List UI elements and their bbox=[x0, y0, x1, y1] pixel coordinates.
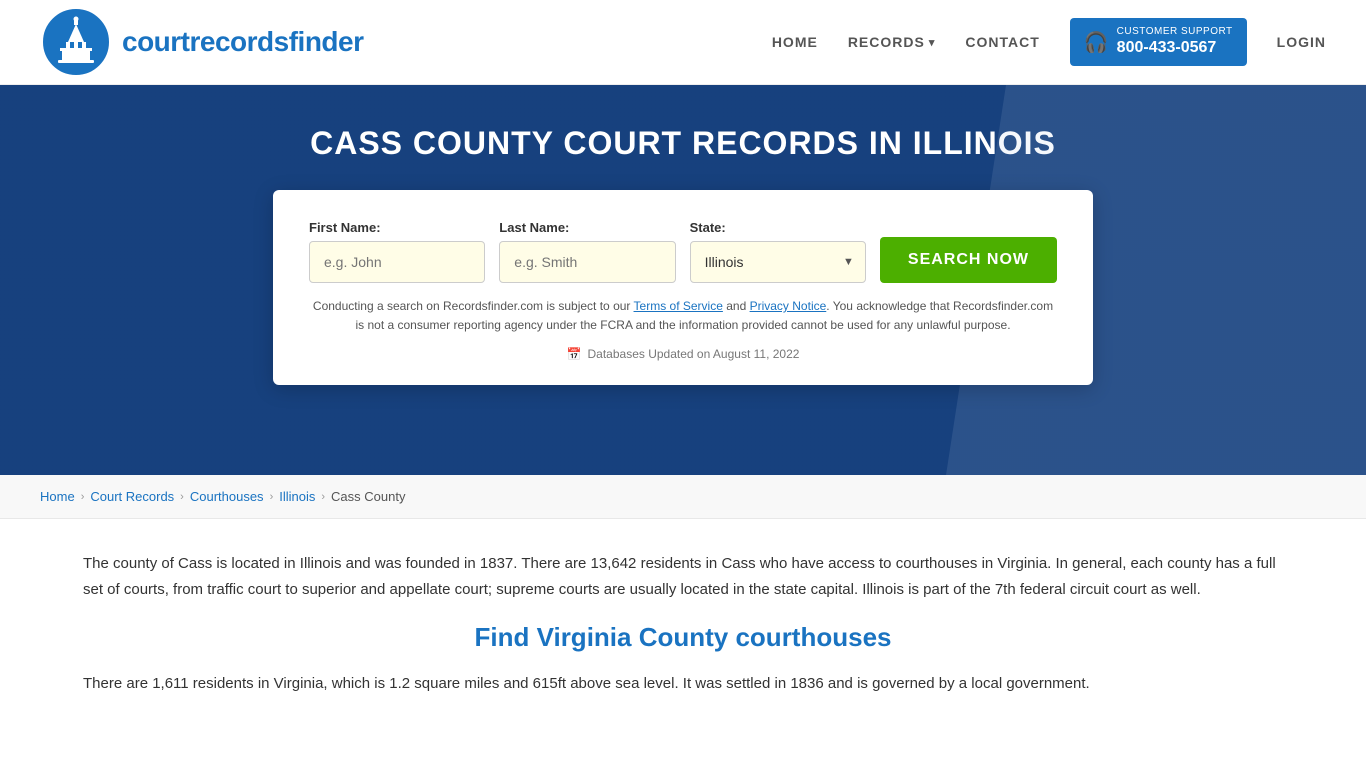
breadcrumb-current: Cass County bbox=[331, 489, 405, 504]
breadcrumb-sep-4: › bbox=[321, 491, 325, 503]
state-wrapper: AlabamaAlaskaArizonaArkansasCaliforniaCo… bbox=[690, 241, 866, 283]
search-card: First Name: Last Name: State: AlabamaAla… bbox=[273, 190, 1093, 385]
search-fields: First Name: Last Name: State: AlabamaAla… bbox=[309, 220, 1057, 283]
breadcrumb-home[interactable]: Home bbox=[40, 489, 75, 504]
logo-link[interactable]: courtrecordsfinder bbox=[40, 6, 364, 78]
breadcrumb: Home › Court Records › Courthouses › Ill… bbox=[0, 475, 1366, 519]
state-label: State: bbox=[690, 220, 866, 235]
logo-icon bbox=[40, 6, 112, 78]
search-button[interactable]: SEARCH NOW bbox=[880, 237, 1057, 283]
support-text: CUSTOMER SUPPORT 800-433-0567 bbox=[1117, 26, 1233, 57]
breadcrumb-illinois[interactable]: Illinois bbox=[279, 489, 315, 504]
tos-link[interactable]: Terms of Service bbox=[634, 299, 723, 313]
first-name-input[interactable] bbox=[309, 241, 485, 283]
breadcrumb-courthouses[interactable]: Courthouses bbox=[190, 489, 264, 504]
last-name-label: Last Name: bbox=[499, 220, 675, 235]
nav-contact[interactable]: CONTACT bbox=[965, 34, 1039, 50]
db-update: 📅 Databases Updated on August 11, 2022 bbox=[309, 347, 1057, 361]
first-name-label: First Name: bbox=[309, 220, 485, 235]
privacy-link[interactable]: Privacy Notice bbox=[750, 299, 827, 313]
nav-login[interactable]: LOGIN bbox=[1277, 34, 1326, 50]
intro-paragraph: The county of Cass is located in Illinoi… bbox=[83, 551, 1283, 602]
nav-records[interactable]: RECORDS ▾ bbox=[848, 34, 936, 50]
headset-icon: 🎧 bbox=[1084, 30, 1109, 55]
state-group: State: AlabamaAlaskaArizonaArkansasCalif… bbox=[690, 220, 866, 283]
main-content: The county of Cass is located in Illinoi… bbox=[43, 519, 1323, 749]
nav-home[interactable]: HOME bbox=[772, 34, 818, 50]
last-name-input[interactable] bbox=[499, 241, 675, 283]
breadcrumb-sep-1: › bbox=[81, 491, 85, 503]
state-select[interactable]: AlabamaAlaskaArizonaArkansasCaliforniaCo… bbox=[690, 241, 866, 283]
breadcrumb-sep-3: › bbox=[270, 491, 274, 503]
breadcrumb-court-records[interactable]: Court Records bbox=[90, 489, 174, 504]
first-name-group: First Name: bbox=[309, 220, 485, 283]
disclaimer-text: Conducting a search on Recordsfinder.com… bbox=[309, 297, 1057, 335]
breadcrumb-sep-2: › bbox=[180, 491, 184, 503]
site-header: courtrecordsfinder HOME RECORDS ▾ CONTAC… bbox=[0, 0, 1366, 85]
hero-section: CASS COUNTY COURT RECORDS IN ILLINOIS Fi… bbox=[0, 85, 1366, 475]
section-title: Find Virginia County courthouses bbox=[83, 622, 1283, 653]
logo-text: courtrecordsfinder bbox=[122, 26, 364, 58]
calendar-icon: 📅 bbox=[567, 347, 582, 361]
section-paragraph: There are 1,611 residents in Virginia, w… bbox=[83, 671, 1283, 697]
main-nav: HOME RECORDS ▾ CONTACT 🎧 CUSTOMER SUPPOR… bbox=[772, 18, 1326, 65]
support-box[interactable]: 🎧 CUSTOMER SUPPORT 800-433-0567 bbox=[1070, 18, 1247, 65]
hero-title: CASS COUNTY COURT RECORDS IN ILLINOIS bbox=[310, 125, 1056, 162]
last-name-group: Last Name: bbox=[499, 220, 675, 283]
